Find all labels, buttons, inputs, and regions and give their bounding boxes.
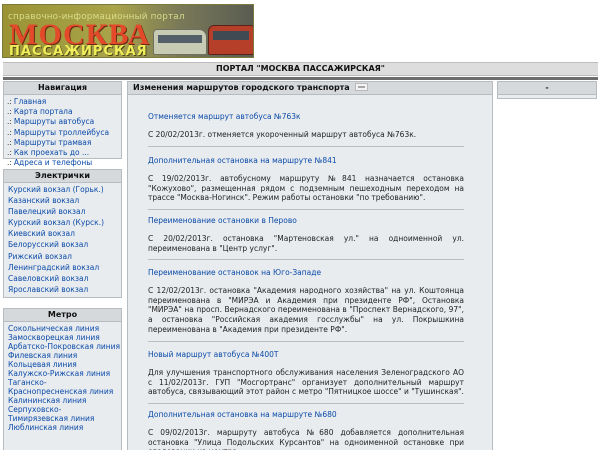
logo-subtitle: ПАССАЖИРСКАЯ [9,44,148,58]
navigation-title: Навигация [4,82,121,95]
nav-bullet: .: [7,97,12,106]
news-title-link[interactable]: Новый маршрут автобуса №400Т [148,350,464,360]
metro-line-link[interactable]: Таганско-Краснопресненская линия [8,378,121,396]
right-panel-title: - [498,82,596,95]
news-item: Дополнительная остановка на маршруте №84… [148,156,464,211]
news-title-link[interactable]: Переименование остановок на Юго-Западе [148,268,464,278]
news-separator [148,145,464,147]
nav-bullet: .: [7,148,12,158]
news-separator [148,403,464,405]
nav-item[interactable]: .: Маршруты трамвая [7,138,121,148]
nav-bullet: .: [7,117,12,127]
station-link[interactable]: Рижский вокзал [8,251,121,262]
news-body: С 20/02/2013г. остановка "Мартеновская у… [148,234,464,253]
nav-item-label[interactable]: Карта портала [14,107,73,116]
navigation-panel: Навигация .: Главная .: Карта портала .: Ма… [3,81,122,167]
metro-panel: Метро Сокольническая линия Замоскворецка… [3,308,122,450]
portal-logo-banner[interactable]: справочно-информационный портал МОСКВА П… [2,4,254,58]
portal-title: ПОРТАЛ "МОСКВА ПАССАЖИРСКАЯ" [216,64,385,73]
news-body: С 19/02/2013г. автобусному маршруту №841… [148,174,464,203]
station-link[interactable]: Ленинградский вокзал [8,262,121,273]
news-item: Переименование остановок на Юго-Западе С… [148,268,464,342]
nav-item-label[interactable]: Главная [14,97,46,106]
news-body: Для улучшения транспортного обслуживания… [148,368,464,397]
station-link[interactable]: Ярославский вокзал [8,284,121,295]
station-link[interactable]: Савеловский вокзал [8,273,121,284]
navigation-list: .: Главная .: Карта портала .: Маршруты авт… [4,95,121,168]
news-title-link[interactable]: Переименование остановки в Перово [148,216,464,226]
metro-line-link[interactable]: Арбатско-Покровская линия [8,342,121,351]
metro-line-link[interactable]: Калининская линия [8,396,121,405]
news-body: С 20/02/2013г. отменяется укороченный ма… [148,130,417,139]
news-body: С 12/02/2013г. остановка "Академия народ… [148,286,464,334]
news-body: С 09/02/2013г. маршруту автобуса №680 до… [148,428,464,450]
rss-icon[interactable] [354,83,368,91]
nav-bullet: .: [7,127,12,137]
nav-item-label[interactable]: Маршруты троллейбуса [14,128,109,137]
station-link[interactable]: Павелецкий вокзал [8,206,121,217]
main-title-bar: Изменения маршрутов городского транспорт… [128,82,492,95]
bus-illustration [208,25,253,55]
nav-item[interactable]: .: Главная [7,97,121,107]
portal-title-bar: ПОРТАЛ "МОСКВА ПАССАЖИРСКАЯ" [3,62,598,76]
news-item: Новый маршрут автобуса №400Т Для улучшен… [148,350,464,405]
bus-illustration [153,29,207,55]
news-item: Дополнительная остановка на маршруте №68… [148,410,464,450]
station-link[interactable]: Курский вокзал (Горьк.) [8,184,121,195]
nav-item[interactable]: .: Маршруты троллейбуса [7,128,121,138]
nav-item-label[interactable]: Маршруты трамвая [14,138,91,147]
news-title-link[interactable]: Дополнительная остановка на маршруте №68… [148,410,464,420]
nav-bullet: .: [7,137,12,147]
station-link[interactable]: Белорусский вокзал [8,239,121,250]
news-item: Отменяется маршрут автобуса №763к С 20/0… [148,112,464,147]
news-separator [148,259,464,261]
news-separator [148,340,464,342]
metro-line-link[interactable]: Серпуховско-Тимирязевская линия [8,405,121,423]
station-link[interactable]: Курский вокзал (Курск.) [8,217,121,228]
metro-line-link[interactable]: Люблинская линия [8,423,121,432]
nav-bullet: .: [7,158,12,168]
station-list: Курский вокзал (Горьк.) Казанский вокзал… [4,183,121,295]
metro-line-link[interactable]: Калужско-Рижская линия [8,369,121,378]
main-title: Изменения маршрутов городского транспорт… [133,83,350,92]
station-link[interactable]: Казанский вокзал [8,195,121,206]
nav-item[interactable]: .: Как проехать до ... [7,148,121,158]
metro-line-link[interactable]: Кольцевая линия [8,360,121,369]
nav-item[interactable]: .: Маршруты автобуса [7,117,121,127]
metro-line-link[interactable]: Замоскворецкая линия [8,333,121,342]
metro-line-link[interactable]: Сокольническая линия [8,324,121,333]
news-item: Переименование остановки в Перово С 20/0… [148,216,464,261]
main-content-panel: Изменения маршрутов городского транспорт… [127,81,493,450]
header-divider [3,77,598,80]
nav-bullet: .: [7,107,12,117]
metro-line-link[interactable]: Филевская линия [8,351,121,360]
nav-item[interactable]: .: Адреса и телефоны [7,158,121,168]
news-separator [148,209,464,211]
station-link[interactable]: Киевский вокзал [8,228,121,239]
metro-title: Метро [4,309,121,322]
news-title-link[interactable]: Дополнительная остановка на маршруте №84… [148,156,464,166]
nav-item-label[interactable]: Маршруты автобуса [14,117,94,126]
right-panel: - [497,81,597,99]
nav-item[interactable]: .: Карта портала [7,107,121,117]
elektrichki-title: Электрички [4,170,121,183]
metro-line-list: Сокольническая линия Замоскворецкая лини… [4,322,121,432]
nav-item-label[interactable]: Как проехать до ... [14,148,89,157]
elektrichki-panel: Электрички Курский вокзал (Горьк.) Казан… [3,169,122,298]
news-title-link[interactable]: Отменяется маршрут автобуса №763к [148,112,464,122]
nav-item-label[interactable]: Адреса и телефоны [14,158,92,167]
